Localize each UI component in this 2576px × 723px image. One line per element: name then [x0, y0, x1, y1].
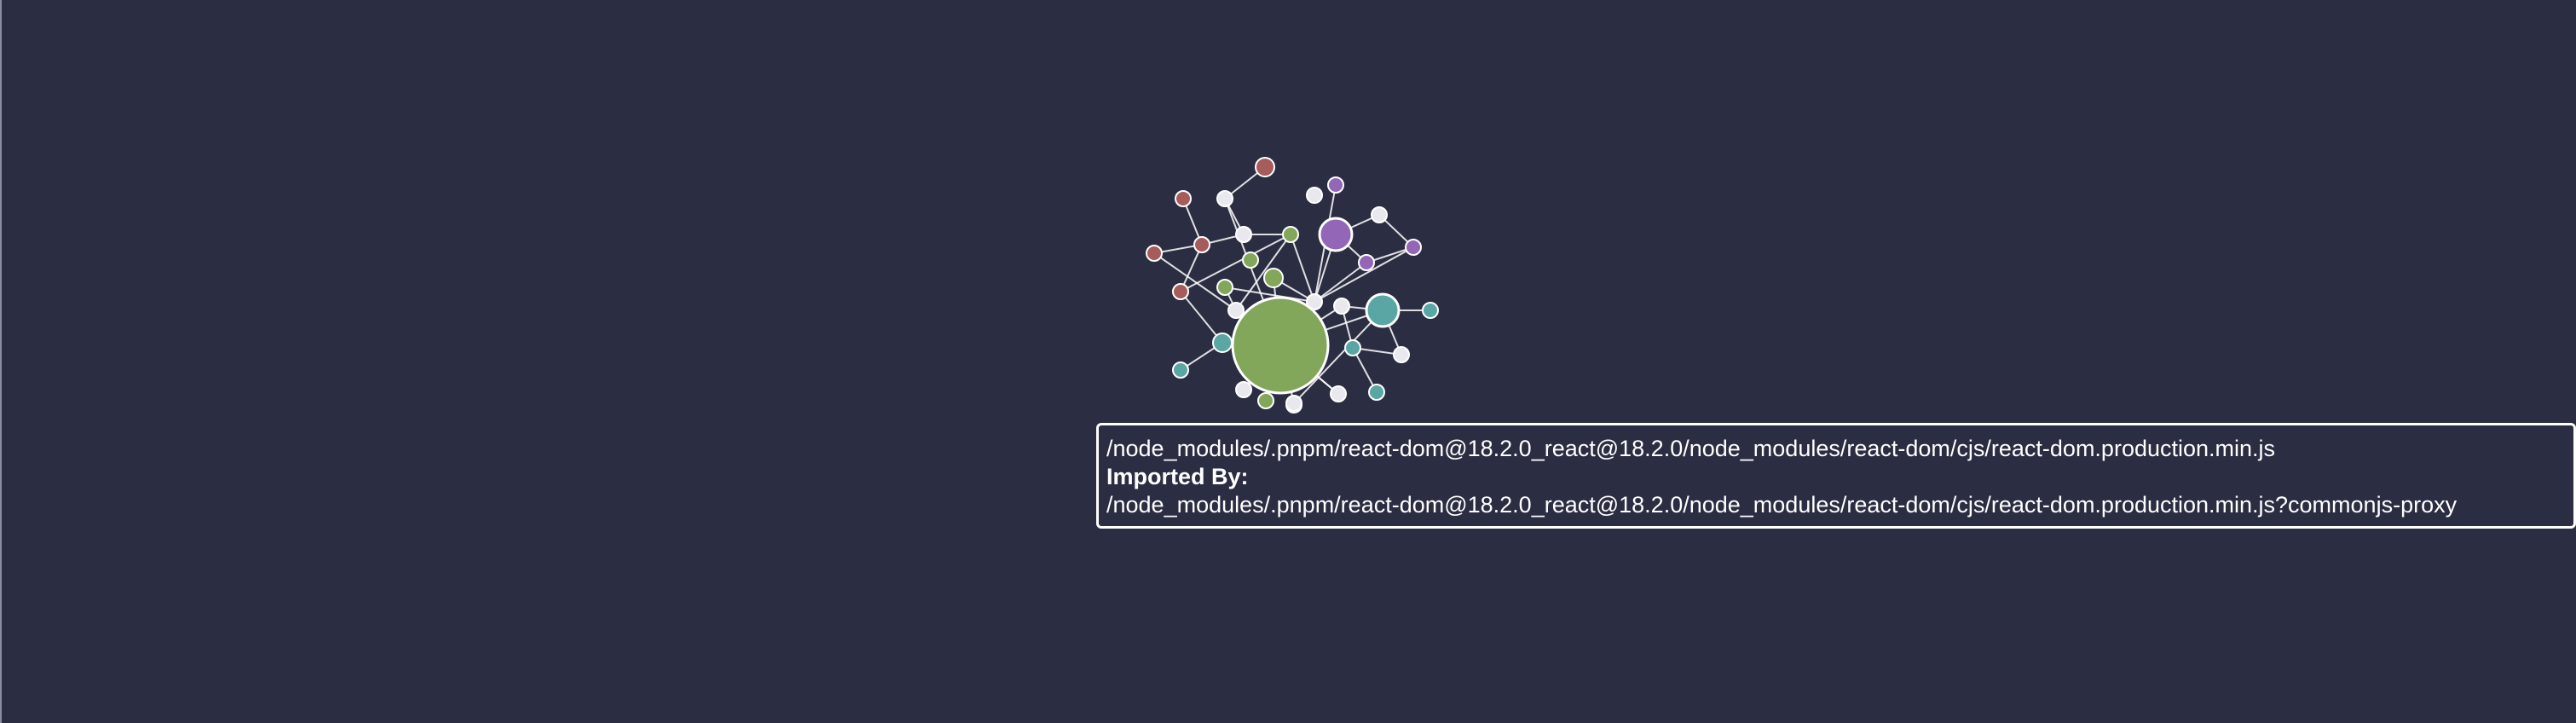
- graph-node[interactable]: [1235, 381, 1252, 398]
- graph-canvas[interactable]: /node_modules/.pnpm/react-dom@18.2.0_rea…: [0, 0, 2576, 723]
- graph-node[interactable]: [1371, 206, 1388, 223]
- module-dependency-graph[interactable]: [2, 0, 2576, 723]
- graph-node[interactable]: [1216, 190, 1233, 207]
- graph-node[interactable]: [1330, 385, 1347, 402]
- graph-link: [1314, 262, 1367, 303]
- graph-node[interactable]: [1422, 302, 1439, 319]
- node-tooltip: /node_modules/.pnpm/react-dom@18.2.0_rea…: [1096, 423, 2576, 529]
- graph-node[interactable]: [1285, 395, 1302, 412]
- tooltip-imported-by-label: Imported By:: [1106, 464, 1249, 489]
- graph-node[interactable]: [1344, 339, 1361, 356]
- graph-node[interactable]: [1306, 187, 1323, 204]
- graph-node[interactable]: [1257, 392, 1274, 409]
- graph-node[interactable]: [1368, 384, 1385, 401]
- graph-nodes[interactable]: [1146, 157, 1439, 414]
- graph-node[interactable]: [1282, 226, 1299, 243]
- graph-node[interactable]: [1231, 296, 1330, 395]
- graph-node[interactable]: [1263, 268, 1284, 288]
- graph-node[interactable]: [1212, 333, 1233, 353]
- tooltip-importer-path: /node_modules/.pnpm/react-dom@18.2.0_rea…: [1106, 492, 2458, 518]
- graph-node[interactable]: [1333, 298, 1350, 315]
- graph-node[interactable]: [1242, 252, 1259, 269]
- graph-node[interactable]: [1318, 217, 1354, 252]
- graph-node[interactable]: [1146, 245, 1163, 262]
- graph-link: [1290, 234, 1315, 303]
- graph-node[interactable]: [1235, 226, 1252, 243]
- graph-node[interactable]: [1193, 236, 1210, 253]
- graph-node[interactable]: [1327, 176, 1344, 194]
- graph-node[interactable]: [1172, 283, 1189, 300]
- graph-node[interactable]: [1393, 346, 1410, 363]
- graph-node[interactable]: [1172, 362, 1189, 379]
- graph-node[interactable]: [1365, 292, 1401, 328]
- graph-node[interactable]: [1255, 157, 1275, 177]
- tooltip-module-path: /node_modules/.pnpm/react-dom@18.2.0_rea…: [1106, 436, 2276, 461]
- graph-node[interactable]: [1216, 279, 1233, 296]
- graph-node[interactable]: [1405, 239, 1422, 256]
- graph-node[interactable]: [1358, 254, 1375, 271]
- graph-node[interactable]: [1175, 190, 1192, 207]
